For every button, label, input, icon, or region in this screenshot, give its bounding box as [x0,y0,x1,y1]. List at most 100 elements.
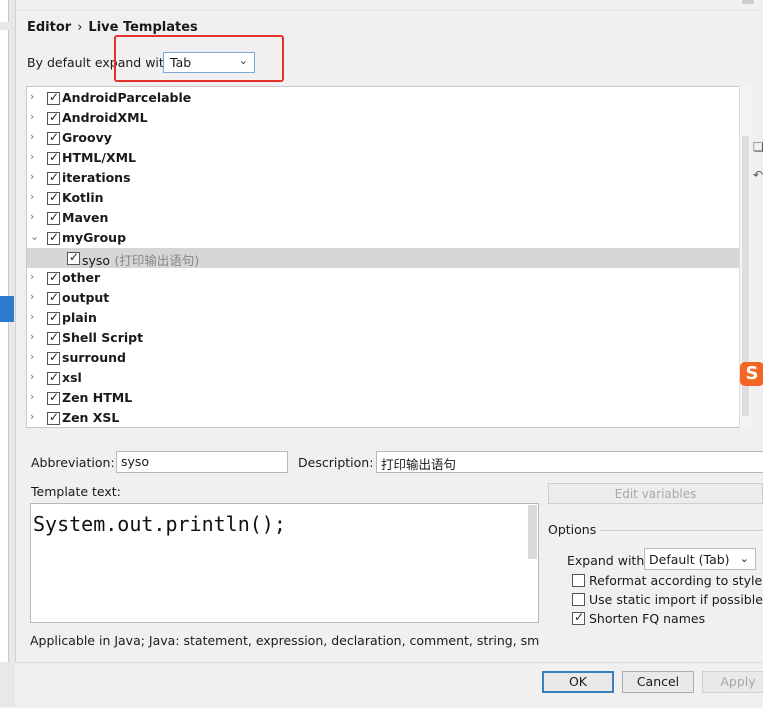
tree-template-item[interactable]: ✓ syso (打印输出语句) [27,248,750,268]
tree-group-item[interactable]: › ✓ output [27,288,750,308]
tree-item-name: Maven [62,210,109,225]
checkbox-icon[interactable]: ✓ [47,110,60,125]
checkbox-icon[interactable]: ✓ [47,190,60,205]
edit-variables-button[interactable]: Edit variables [548,483,763,504]
tree-group-item[interactable]: › ✓ plain [27,308,750,328]
chevron-right-icon[interactable]: › [30,290,40,303]
static-import-checkbox[interactable] [572,593,585,606]
chevron-right-icon[interactable]: › [30,110,40,123]
check-icon: ✓ [49,290,60,304]
tree-group-item[interactable]: › ✓ HTML/XML [27,148,750,168]
tree-item-label: iterations [62,170,131,185]
checkbox-icon[interactable]: ✓ [47,390,60,405]
tree-item-label: Maven [62,210,108,225]
checkbox-icon[interactable]: ✓ [47,170,60,185]
chevron-right-icon[interactable]: › [30,350,40,363]
check-icon: ✓ [49,310,60,324]
tree-item-label: myGroup [62,230,126,245]
checkbox-icon[interactable]: ✓ [47,230,60,245]
settings-sidebar-strip [0,0,16,707]
static-import-label: Use static import if possible [589,592,763,607]
template-text-editor[interactable]: System.out.println(); [30,503,539,623]
checkbox-icon[interactable]: ✓ [47,130,60,145]
checkbox-icon[interactable]: ✓ [47,290,60,305]
shorten-fq-label: Shorten FQ names [589,611,706,626]
apply-button[interactable]: Apply [702,671,763,693]
options-section-label: Options [548,522,597,537]
checkbox-icon[interactable]: ✓ [47,330,60,345]
top-divider [15,0,763,11]
chevron-right-icon[interactable]: › [30,390,40,403]
chevron-right-icon[interactable]: › [30,370,40,383]
tree-item-name: Zen XSL [62,410,120,425]
top-scrollbar[interactable] [742,0,754,4]
check-icon: ✓ [49,210,60,224]
template-editor-scrollbar[interactable] [528,505,537,559]
tree-item-label: plain [62,310,97,325]
tree-item-name: Groovy [62,130,112,145]
tree-item-name: syso [82,253,111,268]
check-icon: ✓ [49,370,60,384]
checkbox-icon[interactable]: ✓ [47,310,60,325]
reformat-checkbox[interactable] [572,574,585,587]
tree-group-item[interactable]: › ✓ AndroidXML [27,108,750,128]
chevron-right-icon[interactable]: › [30,210,40,223]
sogou-ime-icon[interactable]: S [740,362,763,386]
chevron-right-icon[interactable]: › [30,130,40,143]
chevron-right-icon[interactable]: › [30,90,40,103]
tree-group-item[interactable]: › ✓ other [27,268,750,288]
tree-group-item[interactable]: › ✓ Maven [27,208,750,228]
chevron-right-icon[interactable]: › [30,270,40,283]
copy-icon[interactable]: ❏ [753,140,763,154]
breadcrumb-current: Live Templates [88,20,198,35]
tree-group-item[interactable]: › ✓ Groovy [27,128,750,148]
tree-item-label: Zen XSL [62,410,119,425]
description-input[interactable]: 打印输出语句 [376,451,763,473]
tree-group-item[interactable]: › ✓ Zen HTML [27,388,750,408]
chevron-right-icon[interactable]: › [30,170,40,183]
chevron-right-icon[interactable]: › [30,410,40,423]
check-icon: ✓ [69,250,80,264]
chevron-right-icon[interactable]: › [30,330,40,343]
revert-icon[interactable]: ↶ [753,168,763,182]
sidebar-selected-item[interactable] [0,296,14,322]
checkbox-icon[interactable]: ✓ [47,90,60,105]
cancel-button[interactable]: Cancel [622,671,694,693]
tree-group-item[interactable]: › ✓ Shell Script [27,328,750,348]
shorten-fq-checkbox[interactable]: ✓ [572,610,585,625]
tree-group-item[interactable]: › ✓ AndroidParcelable [27,88,750,108]
chevron-right-icon[interactable]: › [30,190,40,203]
chevron-right-icon[interactable]: › [30,310,40,323]
checkbox-icon[interactable]: ✓ [47,370,60,385]
tree-group-item[interactable]: › ✓ iterations [27,168,750,188]
templates-tree: › ✓ AndroidParcelable › ✓ AndroidXML › ✓ Groovy ›… [26,86,751,428]
checkbox-icon[interactable]: ✓ [47,350,60,365]
tree-group-item[interactable]: › ✓ Kotlin [27,188,750,208]
ok-button[interactable]: OK [542,671,614,693]
checkbox-icon[interactable]: ✓ [47,410,60,425]
tree-item-label: AndroidXML [62,110,148,125]
applicable-contexts[interactable]: Applicable in Java; Java: statement, exp… [30,633,540,648]
checkbox-icon[interactable]: ✓ [67,250,80,265]
check-icon: ✓ [49,350,60,364]
tree-group-item[interactable]: › ✓ surround [27,348,750,368]
tree-item-name: Zen HTML [62,390,133,405]
checkbox-icon[interactable]: ✓ [47,210,60,225]
chevron-down-icon: ⌄ [739,552,749,565]
tree-item-label: xsl [62,370,82,385]
sidebar-search-edge [0,0,9,22]
breadcrumb-parent[interactable]: Editor [27,20,71,35]
tree-group-item[interactable]: ⌄ ✓ myGroup [27,228,750,248]
checkbox-icon[interactable]: ✓ [47,270,60,285]
checkbox-icon[interactable]: ✓ [47,150,60,165]
options-divider [600,530,763,531]
tree-item-name: surround [62,350,127,365]
breadcrumb-separator: › [77,20,83,35]
chevron-right-icon[interactable]: › [30,150,40,163]
expand-with-select[interactable]: Default (Tab) ⌄ [644,548,756,570]
tree-group-item[interactable]: › ✓ xsl [27,368,750,388]
chevron-down-icon[interactable]: ⌄ [30,230,40,243]
check-icon: ✓ [49,90,60,104]
tree-group-item[interactable]: › ✓ Zen XSL [27,408,750,427]
abbreviation-input[interactable]: syso [116,451,288,473]
